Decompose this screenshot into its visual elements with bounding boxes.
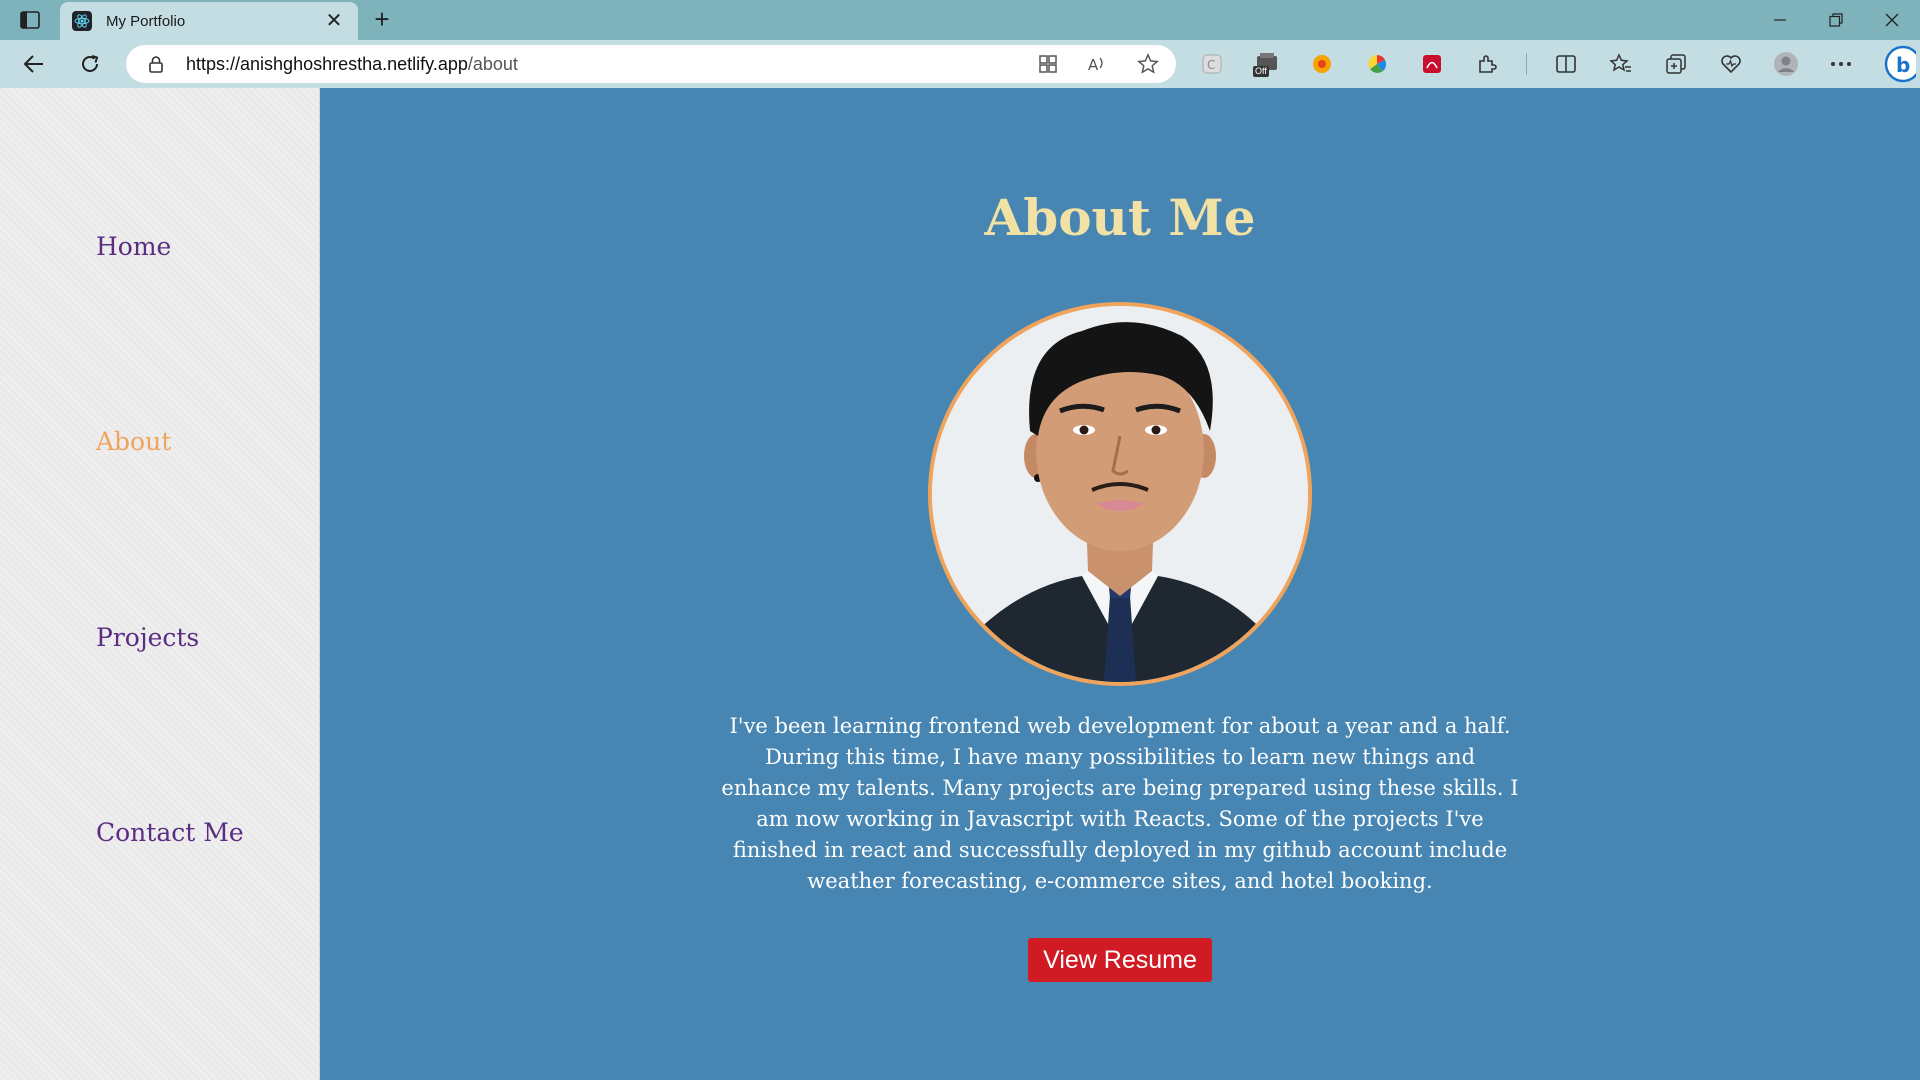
url-host: https://anishghoshrestha.netlify.app (186, 54, 468, 74)
extensions-puzzle-icon[interactable] (1471, 48, 1503, 80)
new-tab-icon[interactable]: + (368, 6, 396, 34)
sidebar-item-projects[interactable]: Projects (96, 623, 199, 652)
extension-color-flower-icon[interactable] (1306, 48, 1338, 80)
extension-off-icon[interactable]: Off (1251, 48, 1283, 80)
favorite-star-icon[interactable] (1134, 50, 1162, 78)
react-favicon-icon (72, 11, 92, 31)
about-section: About Me I've been learning frontend web… (320, 88, 1920, 1080)
collections-icon[interactable] (1660, 48, 1692, 80)
svg-text:b: b (1896, 53, 1910, 77)
tab-close-icon[interactable]: ✕ (322, 11, 346, 31)
close-window-icon[interactable] (1864, 0, 1920, 40)
split-screen-icon[interactable] (1550, 48, 1582, 80)
view-resume-button[interactable]: View Resume (1028, 938, 1212, 982)
tab-title: My Portfolio (106, 12, 186, 30)
restore-icon[interactable] (1808, 0, 1864, 40)
svg-text:C: C (1207, 58, 1215, 72)
window-controls (1752, 0, 1920, 40)
extensions-bar: C Off b (1196, 45, 1916, 83)
browser-titlebar: My Portfolio ✕ + (0, 0, 1920, 40)
more-options-icon[interactable] (1825, 48, 1857, 80)
sidebar-item-home[interactable]: Home (96, 232, 171, 261)
favorites-icon[interactable] (1605, 48, 1637, 80)
browser-tab-active[interactable]: My Portfolio ✕ (60, 2, 358, 40)
sidebar-nav: Home About Projects Contact Me (0, 88, 320, 1080)
pdf-extension-icon[interactable] (1416, 48, 1448, 80)
read-aloud-icon[interactable]: A (1084, 50, 1112, 78)
refresh-icon[interactable] (74, 48, 106, 80)
address-bar[interactable]: https://anishghoshrestha.netlify.app/abo… (126, 45, 1176, 83)
bing-copilot-icon[interactable]: b (1884, 45, 1916, 83)
browser-essentials-icon[interactable] (1715, 48, 1747, 80)
lock-icon[interactable] (148, 55, 164, 78)
back-arrow-icon[interactable] (18, 48, 50, 80)
about-bio-text: I've been learning frontend web developm… (721, 714, 1519, 893)
browser-toolbar: https://anishghoshrestha.netlify.app/abo… (0, 40, 1920, 88)
page-title: About Me (984, 188, 1256, 247)
url-path: /about (467, 54, 518, 74)
sidebar-item-contact[interactable]: Contact Me (96, 818, 244, 847)
url-text[interactable]: https://anishghoshrestha.netlify.app/abo… (186, 54, 518, 75)
profile-avatar-icon[interactable] (1770, 48, 1802, 80)
extension-off-badge: Off (1253, 66, 1269, 77)
extension-c-icon[interactable]: C (1196, 48, 1228, 80)
minimize-icon[interactable] (1752, 0, 1808, 40)
sidebar-item-about[interactable]: About (96, 427, 171, 456)
app-available-icon[interactable] (1034, 50, 1062, 78)
portfolio-page: Home About Projects Contact Me About Me (0, 88, 1920, 1080)
extension-color-wheel-icon[interactable] (1361, 48, 1393, 80)
profile-photo (928, 302, 1312, 686)
toolbar-separator (1526, 53, 1527, 75)
svg-text:A: A (1088, 56, 1099, 74)
tab-actions-icon[interactable] (16, 8, 44, 32)
